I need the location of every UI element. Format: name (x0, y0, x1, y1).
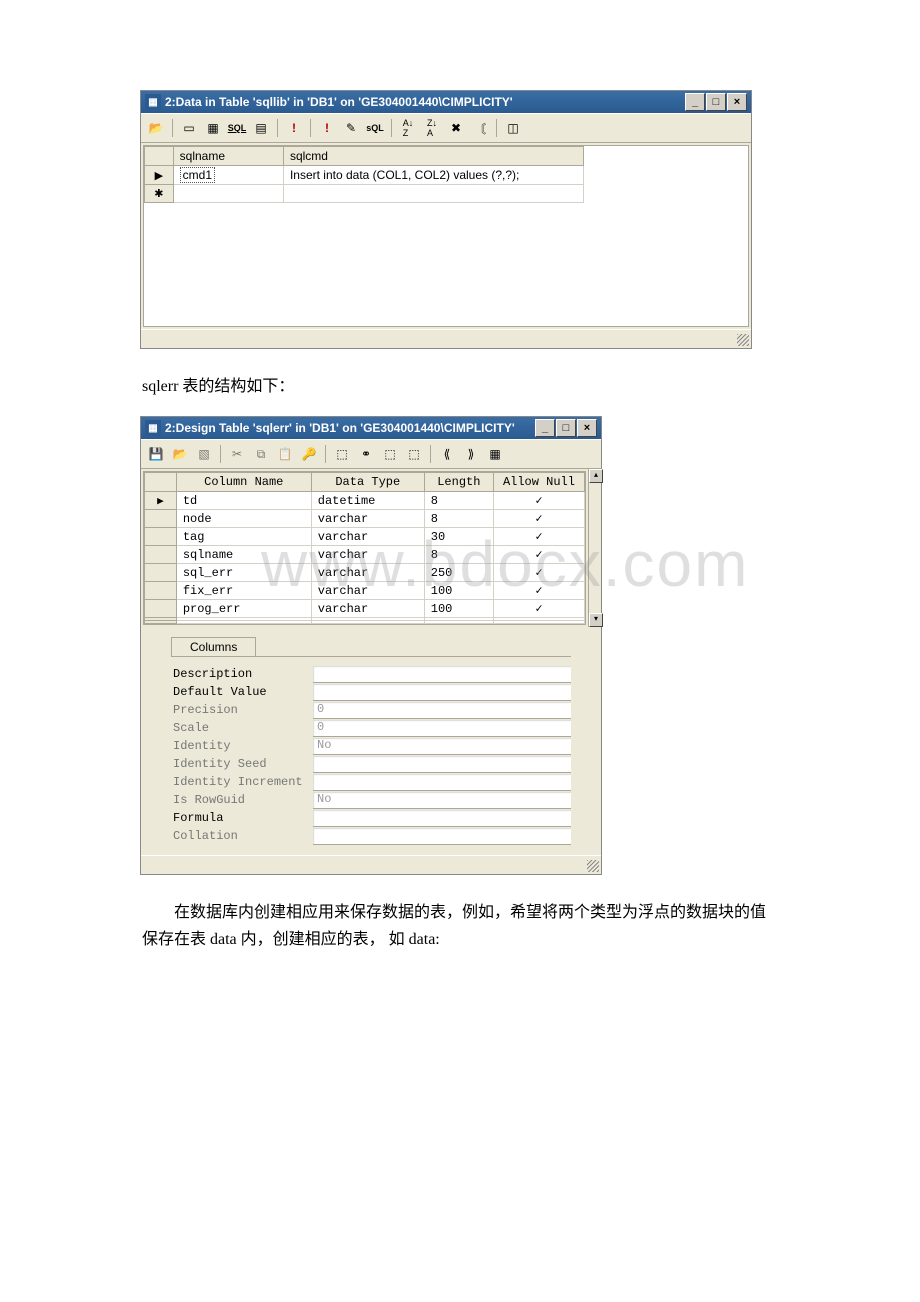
maximize-button[interactable]: □ (706, 93, 726, 111)
design-window: www.bdocx.com ▦ 2:Design Table 'sqlerr' … (140, 416, 602, 875)
check-icon[interactable]: ⬚ (379, 443, 401, 465)
close-button[interactable]: × (727, 93, 747, 111)
prop-value (313, 756, 571, 773)
titlebar: ▦ 2:Data in Table 'sqllib' in 'DB1' on '… (141, 91, 751, 113)
save-icon[interactable]: 💾 (145, 443, 167, 465)
prop-value (313, 774, 571, 791)
window-title: 2:Data in Table 'sqllib' in 'DB1' on 'GE… (165, 95, 685, 109)
table-row[interactable]: nodevarchar8✓ (145, 510, 585, 528)
statusbar (141, 329, 751, 348)
prop-label: Is RowGuid (171, 793, 313, 807)
toolbar: 📂 ▭ ▦ SQL ▤ ! ! ✎ sQL A↓Z Z↓A ✖ 〘 ◫ (141, 113, 751, 143)
cell-sqlcmd[interactable]: Insert into data (COL1, COL2) values (?,… (283, 166, 583, 185)
table-row[interactable]: prog_errvarchar100✓ (145, 600, 585, 618)
prop-value (313, 828, 571, 845)
data-window: ▦ 2:Data in Table 'sqllib' in 'DB1' on '… (140, 90, 752, 349)
prop-label: Identity Seed (171, 757, 313, 771)
verify-sql-icon[interactable]: ✎ (340, 117, 362, 139)
statusbar (141, 855, 601, 874)
resize-grip-icon[interactable] (737, 334, 749, 346)
minimize-button[interactable]: _ (535, 419, 555, 437)
right-icon[interactable]: ⟫ (460, 443, 482, 465)
syntax-icon[interactable]: sQL (364, 117, 386, 139)
cancel-icon[interactable]: ! (316, 117, 338, 139)
prop-value[interactable] (313, 810, 571, 827)
table-row[interactable]: ▶ cmd1 Insert into data (COL1, COL2) val… (145, 166, 584, 185)
open-icon[interactable]: 📂 (145, 117, 167, 139)
cut-icon[interactable]: ✂ (226, 443, 248, 465)
sort-asc-icon[interactable]: A↓Z (397, 117, 419, 139)
table-row[interactable]: fix_errvarchar100✓ (145, 582, 585, 600)
left-icon[interactable]: ⟪ (436, 443, 458, 465)
window-title: 2:Design Table 'sqlerr' in 'DB1' on 'GE3… (165, 421, 535, 435)
prop-value[interactable] (313, 684, 571, 701)
prop-value: 0 (313, 720, 571, 737)
sort-desc-icon[interactable]: Z↓A (421, 117, 443, 139)
prop-label: Description (171, 667, 313, 681)
run-icon[interactable]: ! (283, 117, 305, 139)
table-row[interactable]: ▶tddatetime8✓ (145, 492, 585, 510)
new-row[interactable]: ✱ (145, 185, 584, 203)
prop-label: Formula (171, 811, 313, 825)
resize-grip-icon[interactable] (587, 860, 599, 872)
show-sql-icon[interactable]: SQL (226, 117, 248, 139)
column-properties: Description Default Value Precision0 Sca… (171, 656, 571, 845)
scroll-up-icon[interactable]: ▴ (589, 469, 603, 483)
col-header-len[interactable]: Length (424, 473, 493, 492)
scroll-down-icon[interactable]: ▾ (589, 613, 603, 627)
index-icon[interactable]: ⬚ (331, 443, 353, 465)
prop-label: Collation (171, 829, 313, 843)
empty-row[interactable] (145, 621, 585, 624)
col-header-type[interactable]: Data Type (311, 473, 424, 492)
body-paragraph-1: sqlerr 表的结构如下： (142, 373, 778, 400)
show-grid-icon[interactable]: ▦ (202, 117, 224, 139)
prop-value: 0 (313, 702, 571, 719)
col-header-name[interactable]: Column Name (176, 473, 311, 492)
remove-filter-icon[interactable]: ✖ (445, 117, 467, 139)
show-results-icon[interactable]: ▤ (250, 117, 272, 139)
cell-sqlname[interactable]: cmd1 (180, 167, 215, 183)
table-row[interactable]: tagvarchar30✓ (145, 528, 585, 546)
toolbar: 💾 📂 ▧ ✂ ⧉ 📋 🔑 ⬚ ⚭ ⬚ ⬚ ⟪ ⟫ ▦ (141, 439, 601, 469)
app-icon: ▦ (145, 94, 161, 110)
maximize-button[interactable]: □ (556, 419, 576, 437)
prop-label: Precision (171, 703, 313, 717)
paste-icon[interactable]: 📋 (274, 443, 296, 465)
col-header-sqlcmd[interactable]: sqlcmd (283, 147, 583, 166)
col-header-null[interactable]: Allow Null (493, 473, 584, 492)
prop-value[interactable] (313, 666, 571, 683)
row-pointer-icon: ▶ (145, 166, 174, 185)
prop-value: No (313, 738, 571, 755)
grid-icon[interactable]: ▦ (484, 443, 506, 465)
prop-label: Scale (171, 721, 313, 735)
prop-label: Identity Increment (171, 775, 313, 789)
show-diagram-icon[interactable]: ▭ (178, 117, 200, 139)
close-button[interactable]: × (577, 419, 597, 437)
relations-icon[interactable]: ⚭ (355, 443, 377, 465)
table-row[interactable]: sqlnamevarchar8✓ (145, 546, 585, 564)
copy-icon[interactable]: ⧉ (250, 443, 272, 465)
table-row[interactable]: sql_errvarchar250✓ (145, 564, 585, 582)
new-icon[interactable]: ◫ (502, 117, 524, 139)
open-icon[interactable]: 📂 (169, 443, 191, 465)
design-grid[interactable]: Column Name Data Type Length Allow Null … (144, 472, 585, 624)
minimize-button[interactable]: _ (685, 93, 705, 111)
columns-tab[interactable]: Columns (171, 637, 256, 656)
new-row-icon: ✱ (145, 185, 174, 203)
prop-value: No (313, 792, 571, 809)
titlebar: ▦ 2:Design Table 'sqlerr' in 'DB1' on 'G… (141, 417, 601, 439)
col-header-sqlname[interactable]: sqlname (173, 147, 283, 166)
vertical-scrollbar[interactable]: ▴ ▾ (588, 469, 601, 627)
body-paragraph-2: 在数据库内创建相应用来保存数据的表，例如，希望将两个类型为浮点的数据块的值保存在… (142, 899, 778, 953)
app-icon: ▦ (145, 420, 161, 436)
prop-label: Default Value (171, 685, 313, 699)
prop-label: Identity (171, 739, 313, 753)
manage-icon[interactable]: ▧ (193, 443, 215, 465)
filter-icon[interactable]: 〘 (469, 117, 491, 139)
data-grid[interactable]: sqlname sqlcmd ▶ cmd1 Insert into data (… (144, 146, 584, 203)
key-icon[interactable]: 🔑 (298, 443, 320, 465)
trigger-icon[interactable]: ⬚ (403, 443, 425, 465)
